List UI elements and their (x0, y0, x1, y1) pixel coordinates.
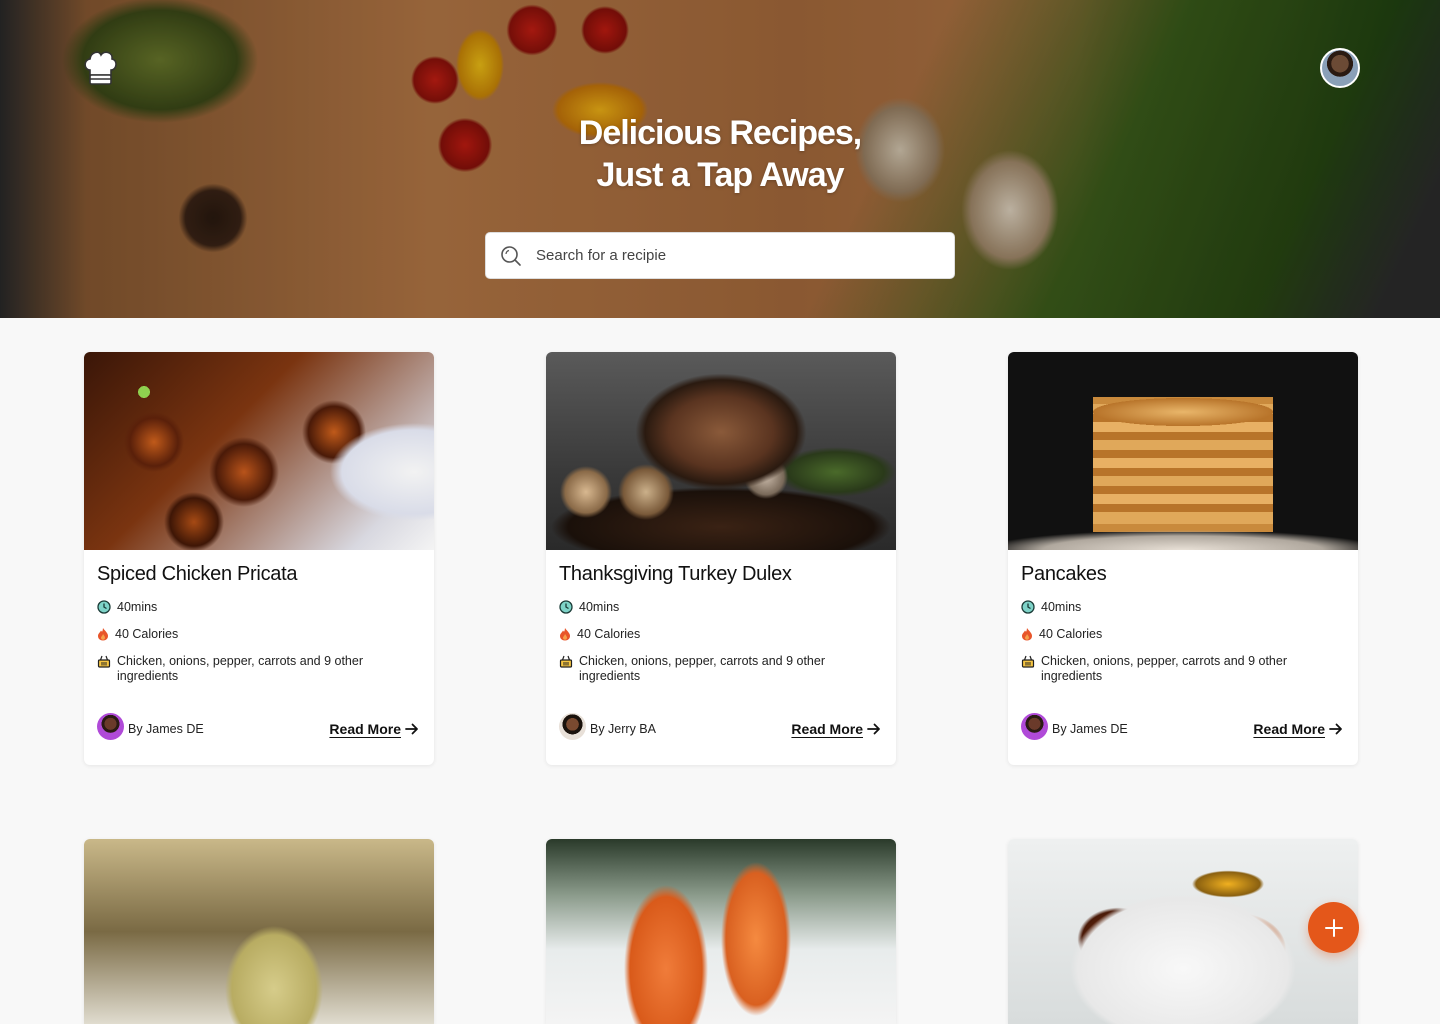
flame-icon (560, 628, 570, 641)
read-more-label: Read More (791, 721, 863, 737)
recipe-footer: By James DE Read More (97, 712, 419, 744)
recipe-card[interactable] (546, 839, 896, 1024)
author-avatar (559, 712, 586, 740)
recipe-author[interactable]: By James DE (1021, 712, 1128, 740)
read-more-link[interactable]: Read More (329, 721, 419, 737)
recipe-time: 40mins (97, 600, 157, 615)
read-more-label: Read More (1253, 721, 1325, 737)
recipe-image[interactable] (546, 839, 896, 1024)
recipe-title[interactable]: Pancakes (1021, 563, 1107, 586)
recipe-calories: 40 Calories (97, 627, 178, 642)
recipe-time-text: 40mins (117, 600, 158, 614)
arrow-right-icon (405, 723, 418, 735)
recipe-card[interactable] (84, 839, 434, 1024)
flame-icon (98, 628, 108, 641)
recipe-card[interactable] (1008, 839, 1358, 1024)
read-more-link[interactable]: Read More (791, 721, 881, 737)
recipe-calories: 40 Calories (1021, 627, 1102, 642)
recipe-image[interactable] (84, 352, 434, 550)
search-input[interactable] (536, 247, 916, 264)
recipe-ingredients: Chicken, onions, pepper, carrots and 9 o… (1021, 654, 1301, 684)
clock-icon (97, 600, 111, 614)
recipe-card[interactable]: Thanksgiving Turkey Dulex 40mins 40 Calo… (546, 352, 896, 765)
arrow-right-icon (867, 723, 880, 735)
hero-title-line2: Just a Tap Away (596, 156, 844, 194)
recipe-card[interactable]: Pancakes 40mins 40 Calories Chicken, oni… (1008, 352, 1358, 765)
search-icon (501, 245, 521, 266)
hero-title-line1: Delicious Recipes, (578, 114, 862, 152)
author-name: By Jerry BA (590, 722, 656, 736)
search-bar[interactable] (485, 232, 955, 279)
recipe-footer: By James DE Read More (1021, 712, 1343, 744)
author-avatar (1021, 712, 1048, 740)
basket-icon (559, 655, 573, 668)
plus-icon (1324, 918, 1343, 937)
recipe-image[interactable] (546, 352, 896, 550)
recipe-ingredients-text: Chicken, onions, pepper, carrots and 9 o… (579, 654, 825, 683)
recipe-calories-text: 40 Calories (115, 627, 179, 641)
recipe-image[interactable] (1008, 352, 1358, 550)
recipe-calories: 40 Calories (559, 627, 640, 642)
basket-icon (1021, 655, 1035, 668)
recipe-title[interactable]: Spiced Chicken Pricata (97, 563, 297, 586)
recipe-ingredients: Chicken, onions, pepper, carrots and 9 o… (97, 654, 377, 684)
clock-icon (559, 600, 573, 614)
recipe-time-text: 40mins (1041, 600, 1082, 614)
hero-title: Delicious Recipes, Just a Tap Away (0, 112, 1440, 196)
recipe-image[interactable] (84, 839, 434, 1024)
recipe-author[interactable]: By James DE (97, 712, 204, 740)
author-name: By James DE (1052, 722, 1128, 736)
recipe-calories-text: 40 Calories (577, 627, 641, 641)
arrow-right-icon (1329, 723, 1342, 735)
recipe-calories-text: 40 Calories (1039, 627, 1103, 641)
read-more-label: Read More (329, 721, 401, 737)
recipe-time-text: 40mins (579, 600, 620, 614)
recipe-time: 40mins (1021, 600, 1081, 615)
author-name: By James DE (128, 722, 204, 736)
recipe-ingredients: Chicken, onions, pepper, carrots and 9 o… (559, 654, 839, 684)
author-avatar (97, 712, 124, 740)
user-avatar[interactable] (1320, 48, 1360, 88)
recipe-time: 40mins (559, 600, 619, 615)
chef-hat-icon[interactable] (82, 48, 118, 88)
basket-icon (97, 655, 111, 668)
recipe-image[interactable] (1008, 839, 1358, 1024)
recipe-footer: By Jerry BA Read More (559, 712, 881, 744)
recipe-ingredients-text: Chicken, onions, pepper, carrots and 9 o… (1041, 654, 1287, 683)
recipe-ingredients-text: Chicken, onions, pepper, carrots and 9 o… (117, 654, 363, 683)
read-more-link[interactable]: Read More (1253, 721, 1343, 737)
flame-icon (1022, 628, 1032, 641)
recipe-author[interactable]: By Jerry BA (559, 712, 656, 740)
clock-icon (1021, 600, 1035, 614)
add-recipe-button[interactable] (1308, 902, 1359, 953)
recipe-card[interactable]: Spiced Chicken Pricata 40mins 40 Calorie… (84, 352, 434, 765)
hero-banner: Delicious Recipes, Just a Tap Away (0, 0, 1440, 318)
recipe-title[interactable]: Thanksgiving Turkey Dulex (559, 563, 792, 586)
